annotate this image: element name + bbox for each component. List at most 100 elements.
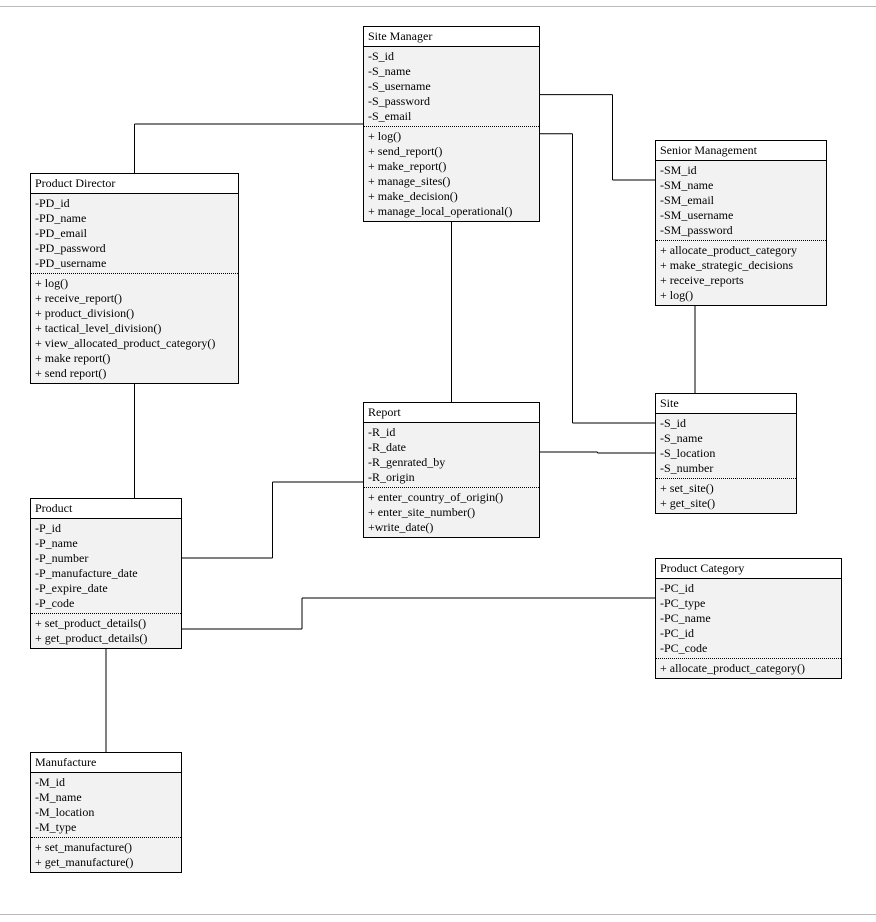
attribute: -P_manufacture_date bbox=[35, 566, 177, 581]
class-attributes: -P_id-P_name-P_number-P_manufacture_date… bbox=[31, 519, 181, 614]
class-attributes: -PC_id-PC_type-PC_name-PC_id-PC_code bbox=[656, 579, 841, 659]
method: + allocate_product_category bbox=[660, 243, 822, 258]
separator-bottom bbox=[0, 914, 876, 915]
attribute: -SM_email bbox=[660, 193, 822, 208]
method: + send_report() bbox=[368, 144, 535, 159]
attribute: -M_location bbox=[35, 805, 177, 820]
uml-canvas: Site Manager-S_id-S_name-S_username-S_pa… bbox=[0, 0, 876, 922]
attribute: -SM_password bbox=[660, 223, 822, 238]
class-attributes: -S_id-S_name-S_username-S_password-S_ema… bbox=[364, 47, 539, 127]
class-methods: + enter_country_of_origin()+ enter_site_… bbox=[364, 488, 539, 537]
attribute: -R_id bbox=[368, 425, 535, 440]
method: + make report() bbox=[35, 351, 234, 366]
attribute: -S_number bbox=[660, 461, 792, 476]
class-productCategory: Product Category-PC_id-PC_type-PC_name-P… bbox=[655, 558, 842, 679]
method: + make_strategic_decisions bbox=[660, 258, 822, 273]
attribute: -M_name bbox=[35, 790, 177, 805]
class-methods: + allocate_product_category+ make_strate… bbox=[656, 241, 826, 305]
method: + view_allocated_product_category() bbox=[35, 336, 234, 351]
method: + enter_country_of_origin() bbox=[368, 490, 535, 505]
method: + get_product_details() bbox=[35, 631, 177, 646]
method: + manage_sites() bbox=[368, 174, 535, 189]
attribute: -PD_username bbox=[35, 256, 234, 271]
class-methods: + set_product_details()+ get_product_det… bbox=[31, 614, 181, 648]
attribute: -PC_id bbox=[660, 626, 837, 641]
class-attributes: -PD_id-PD_name-PD_email-PD_password-PD_u… bbox=[31, 194, 238, 274]
class-attributes: -M_id-M_name-M_location-M_type bbox=[31, 773, 181, 838]
attribute: -PD_name bbox=[35, 211, 234, 226]
attribute: -S_name bbox=[660, 431, 792, 446]
class-title: Senior Management bbox=[656, 141, 826, 161]
class-title: Site bbox=[656, 394, 796, 414]
attribute: -S_location bbox=[660, 446, 792, 461]
attribute: -M_type bbox=[35, 820, 177, 835]
attribute: -PD_password bbox=[35, 241, 234, 256]
method: + receive_reports bbox=[660, 273, 822, 288]
attribute: -R_origin bbox=[368, 470, 535, 485]
class-title: Site Manager bbox=[364, 27, 539, 47]
class-methods: + set_site()+ get_site() bbox=[656, 479, 796, 513]
method: + manage_local_operational() bbox=[368, 204, 535, 219]
attribute: -R_date bbox=[368, 440, 535, 455]
attribute: -P_code bbox=[35, 596, 177, 611]
attribute: -PD_id bbox=[35, 196, 234, 211]
method: + allocate_product_category() bbox=[660, 661, 837, 676]
class-title: Report bbox=[364, 403, 539, 423]
class-methods: + set_manufacture()+ get_manufacture() bbox=[31, 838, 181, 872]
method: + tactical_level_division() bbox=[35, 321, 234, 336]
class-methods: + allocate_product_category() bbox=[656, 659, 841, 678]
attribute: -PC_name bbox=[660, 611, 837, 626]
attribute: -PD_email bbox=[35, 226, 234, 241]
class-title: Product Category bbox=[656, 559, 841, 579]
attribute: -SM_name bbox=[660, 178, 822, 193]
attribute: -P_id bbox=[35, 521, 177, 536]
attribute: -S_id bbox=[368, 49, 535, 64]
attribute: -SM_username bbox=[660, 208, 822, 223]
attribute: -P_expire_date bbox=[35, 581, 177, 596]
attribute: -M_id bbox=[35, 775, 177, 790]
method: + set_product_details() bbox=[35, 616, 177, 631]
method: + get_site() bbox=[660, 496, 792, 511]
method: + get_manufacture() bbox=[35, 855, 177, 870]
attribute: -R_genrated_by bbox=[368, 455, 535, 470]
attribute: -S_email bbox=[368, 109, 535, 124]
class-title: Product Director bbox=[31, 174, 238, 194]
method: + set_site() bbox=[660, 481, 792, 496]
method: + product_division() bbox=[35, 306, 234, 321]
attribute: -S_name bbox=[368, 64, 535, 79]
class-product: Product-P_id-P_name-P_number-P_manufactu… bbox=[30, 498, 182, 649]
class-attributes: -R_id-R_date-R_genrated_by-R_origin bbox=[364, 423, 539, 488]
class-title: Product bbox=[31, 499, 181, 519]
method: + log() bbox=[35, 276, 234, 291]
class-seniorManagement: Senior Management-SM_id-SM_name-SM_email… bbox=[655, 140, 827, 306]
class-report: Report-R_id-R_date-R_genrated_by-R_origi… bbox=[363, 402, 540, 538]
method: + enter_site_number() bbox=[368, 505, 535, 520]
method: + log() bbox=[660, 288, 822, 303]
attribute: -S_id bbox=[660, 416, 792, 431]
attribute: -PC_id bbox=[660, 581, 837, 596]
class-methods: + log()+ receive_report()+ product_divis… bbox=[31, 274, 238, 383]
attribute: -S_username bbox=[368, 79, 535, 94]
class-manufacture: Manufacture-M_id-M_name-M_location-M_typ… bbox=[30, 752, 182, 873]
class-methods: + log()+ send_report()+ make_report()+ m… bbox=[364, 127, 539, 221]
method: + set_manufacture() bbox=[35, 840, 177, 855]
class-productDirector: Product Director-PD_id-PD_name-PD_email-… bbox=[30, 173, 239, 384]
separator-top bbox=[0, 6, 876, 7]
class-site: Site-S_id-S_name-S_location-S_number+ se… bbox=[655, 393, 797, 514]
method: + make_report() bbox=[368, 159, 535, 174]
attribute: -PC_type bbox=[660, 596, 837, 611]
method: +write_date() bbox=[368, 520, 535, 535]
class-attributes: -SM_id-SM_name-SM_email-SM_username-SM_p… bbox=[656, 161, 826, 241]
method: + send report() bbox=[35, 366, 234, 381]
attribute: -PC_code bbox=[660, 641, 837, 656]
method: + make_decision() bbox=[368, 189, 535, 204]
attribute: -P_name bbox=[35, 536, 177, 551]
class-siteManager: Site Manager-S_id-S_name-S_username-S_pa… bbox=[363, 26, 540, 222]
attribute: -P_number bbox=[35, 551, 177, 566]
attribute: -S_password bbox=[368, 94, 535, 109]
method: + log() bbox=[368, 129, 535, 144]
method: + receive_report() bbox=[35, 291, 234, 306]
class-attributes: -S_id-S_name-S_location-S_number bbox=[656, 414, 796, 479]
attribute: -SM_id bbox=[660, 163, 822, 178]
class-title: Manufacture bbox=[31, 753, 181, 773]
